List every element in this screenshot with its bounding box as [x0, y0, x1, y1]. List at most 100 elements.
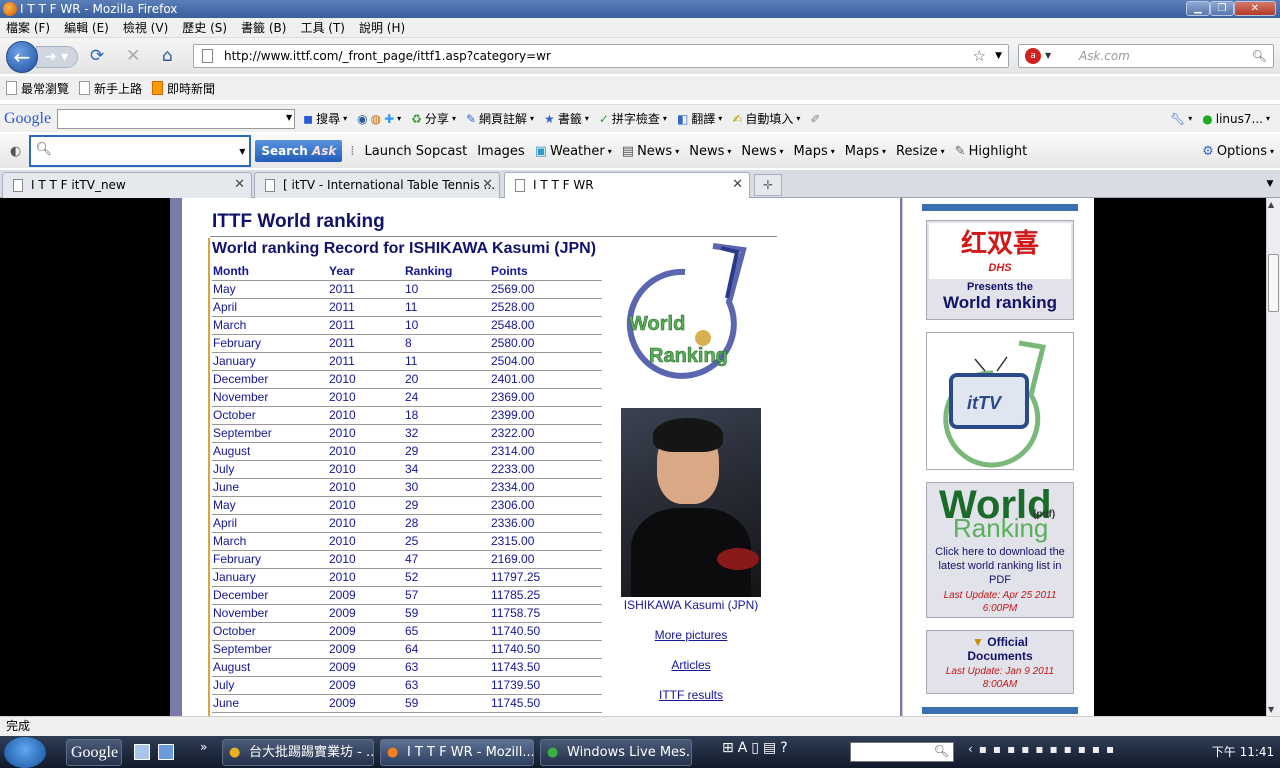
taskbar-search-input[interactable]: 🔍︎ — [850, 742, 954, 762]
taskbar-google[interactable]: Google — [66, 739, 122, 766]
close-window-button[interactable]: ✕ — [1234, 1, 1276, 16]
menu-file[interactable]: 檔案 (F) — [6, 19, 50, 36]
tab-ittv-international[interactable]: [ itTV - International Table Tennis ... ✕ — [254, 172, 500, 198]
highlighter-icon: ✎ — [954, 143, 966, 159]
google-search-input[interactable]: ▼ — [57, 108, 296, 129]
cell-points: 2336.00 — [490, 514, 602, 533]
clock[interactable]: 下午 11:41 — [1208, 736, 1278, 768]
search-icon[interactable]: 🔍︎ — [1252, 45, 1267, 67]
menu-tools[interactable]: 工具 (T) — [300, 19, 345, 36]
articles-link[interactable]: Articles — [621, 658, 761, 672]
pdf-ranking-download[interactable]: World Ranking (pdf) Click here to downlo… — [926, 482, 1074, 618]
news-button-3[interactable]: News ▾ — [741, 144, 783, 159]
bookmarks-button[interactable]: ★ 書籤 ▾ — [544, 110, 589, 127]
ittf-results-link[interactable]: ITTF results — [621, 688, 761, 702]
cell-year: 2010 — [328, 442, 404, 461]
resize-button[interactable]: Resize ▾ — [896, 144, 945, 159]
wrench-button[interactable]: 🔧︎ ▾ — [1170, 112, 1192, 126]
cell-year: 2010 — [328, 478, 404, 497]
launch-sopcast-button[interactable]: Launch Sopcast — [365, 144, 468, 159]
menu-view[interactable]: 檢視 (V) — [123, 19, 168, 36]
cell-ranking: 28 — [404, 514, 490, 533]
official-documents[interactable]: ▼ Official Documents Last Update: Jan 9 … — [926, 630, 1074, 694]
home-icon[interactable]: ⌂ — [162, 47, 173, 65]
player-photo[interactable] — [621, 408, 761, 597]
start-button[interactable] — [4, 737, 46, 768]
url-dropdown-icon[interactable]: ▼ — [995, 45, 1002, 67]
title-divider — [210, 236, 777, 237]
vertical-scrollbar[interactable]: ▲ ▼ — [1266, 198, 1280, 716]
more-pictures-link[interactable]: More pictures — [621, 628, 761, 642]
firefox-icon: ● — [387, 745, 399, 760]
close-tab-icon[interactable]: ✕ — [482, 173, 493, 197]
minimize-button[interactable]: ▁ — [1186, 1, 1210, 16]
highlight-button[interactable]: ✎ Highlight — [955, 144, 1028, 159]
toolbar-globe-button[interactable]: ◉ ◍ ✚ ▾ — [357, 112, 401, 126]
tab-list-button[interactable]: ▼ — [1262, 174, 1278, 196]
quick-launch-more-icon[interactable]: » — [200, 740, 207, 754]
maximize-button[interactable]: ❐ — [1210, 1, 1234, 16]
taskbar-label: 台大批踢踢實業坊 - ... — [249, 745, 374, 760]
cell-year: 2010 — [328, 496, 404, 515]
close-tab-icon[interactable]: ✕ — [732, 173, 743, 197]
toolbar-label: Launch Sopcast — [364, 143, 468, 159]
star-icon[interactable]: ☆ — [973, 45, 986, 67]
menu-bookmarks[interactable]: 書籤 (B) — [241, 19, 286, 36]
language-bar[interactable]: ⊞A▯▤? — [722, 740, 842, 764]
menu-help[interactable]: 說明 (H) — [359, 19, 405, 36]
ask-search-input[interactable]: 🔍︎ ▼ — [29, 135, 252, 167]
news-button-1[interactable]: ▤ News ▾ — [622, 144, 679, 159]
weather-button[interactable]: ▣ Weather ▾ — [535, 144, 612, 159]
translate-button[interactable]: ◧ 翻譯 ▾ — [677, 110, 722, 127]
tab-ittv-new[interactable]: I T T F itTV_new ✕ — [2, 172, 252, 198]
engine-dropdown-icon[interactable]: ▼ — [1045, 45, 1051, 67]
bookmark-most-visited[interactable]: 最常瀏覽 — [6, 80, 69, 97]
ask-globe-icon[interactable]: ◐ — [10, 144, 21, 159]
ask-engine-icon[interactable]: a — [1025, 48, 1041, 64]
bookmark-latest-headlines[interactable]: 即時新聞 — [152, 80, 215, 97]
spellcheck-button[interactable]: ✓ 拼字檢查 ▾ — [599, 110, 667, 127]
quick-launch-icon[interactable] — [158, 744, 174, 760]
bookmark-getting-started[interactable]: 新手上路 — [79, 80, 142, 97]
cell-points: 11758.75 — [490, 604, 602, 623]
images-button[interactable]: Images — [477, 144, 525, 159]
url-bar[interactable]: http://www.ittf.com/_front_page/ittf1.as… — [193, 44, 1009, 68]
taskbar-firefox[interactable]: ● I T T F WR - Mozill... — [380, 739, 534, 766]
scroll-up-icon[interactable]: ▲ — [1268, 200, 1274, 209]
maps-button-2[interactable]: Maps ▾ — [845, 144, 886, 159]
options-button[interactable]: ⚙ Options ▾ — [1202, 144, 1274, 159]
dhs-world-ranking-banner[interactable]: 红双喜 DHS Presents the World ranking — [926, 220, 1074, 320]
cell-month: June — [212, 694, 328, 713]
scroll-down-icon[interactable]: ▼ — [1268, 705, 1274, 714]
back-button[interactable]: ← — [6, 41, 38, 73]
menu-history[interactable]: 歷史 (S) — [182, 19, 227, 36]
user-account-button[interactable]: ● linus7... ▾ — [1202, 112, 1270, 126]
taskbar-ptt[interactable]: ● 台大批踢踢實業坊 - ... — [222, 739, 374, 766]
scroll-thumb[interactable] — [1268, 254, 1279, 312]
sidebar-bar-top — [922, 204, 1078, 211]
page-icon — [515, 179, 525, 192]
show-desktop-icon[interactable] — [134, 744, 150, 760]
system-tray-icons[interactable]: ‹▪▪▪▪▪▪▪▪▪▪ — [968, 742, 1204, 762]
maps-button-1[interactable]: Maps ▾ — [794, 144, 835, 159]
tab-ittf-wr[interactable]: I T T F WR ✕ — [504, 172, 750, 199]
close-tab-icon[interactable]: ✕ — [234, 173, 245, 197]
ask-search-button[interactable]: Search Ask — [255, 140, 343, 162]
cell-year: 2011 — [328, 334, 404, 353]
ask-toolbar: ◐ 🔍︎ ▼ Search Ask ⁞ Launch Sopcast Images… — [0, 134, 1280, 168]
autofill-button[interactable]: ✍ 自動填入 ▾ — [732, 110, 800, 127]
share-button[interactable]: ♻ 分享 ▾ — [411, 110, 456, 127]
forward-button[interactable]: ➜ ▾ — [36, 46, 78, 68]
notebook-button[interactable]: ✎ 網頁註解 ▾ — [466, 110, 534, 127]
stop-icon[interactable]: ✕ — [126, 47, 140, 65]
ittv-banner[interactable]: itTV — [926, 332, 1074, 470]
menu-edit[interactable]: 編輯 (E) — [64, 19, 109, 36]
new-tab-button[interactable]: ✛ — [754, 174, 782, 196]
star-icon: ★ — [544, 111, 555, 126]
pencil-button[interactable]: ✐ — [810, 112, 820, 126]
reload-icon[interactable]: ⟳ — [90, 47, 104, 65]
search-engine-box[interactable]: a ▼ Ask.com 🔍︎ — [1018, 44, 1274, 68]
taskbar-live-messenger[interactable]: ● Windows Live Mes... — [540, 739, 692, 766]
news-button-2[interactable]: News ▾ — [689, 144, 731, 159]
google-search-button[interactable]: ◼ 搜尋 ▾ — [303, 110, 347, 127]
